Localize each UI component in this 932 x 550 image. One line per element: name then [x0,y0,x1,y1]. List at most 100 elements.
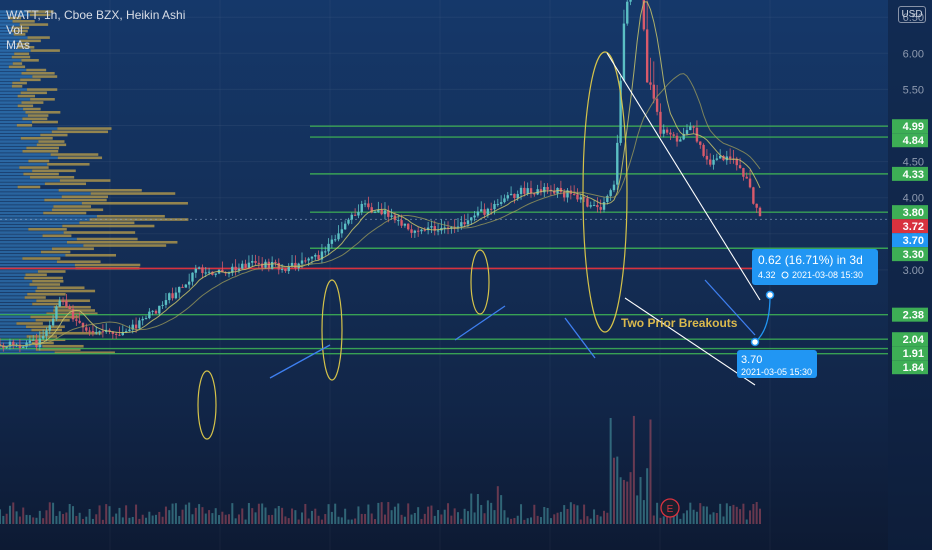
candle-body [380,209,383,215]
volume-bar [55,515,58,524]
volume-profile-bar-down [27,36,50,39]
volume-bar [45,510,48,524]
volume-bar [437,510,440,524]
volume-profile-bar-down [27,292,66,296]
volume-bar [699,503,702,524]
volume-profile-bar-up [0,214,97,218]
volume-profile-bar-up [0,253,66,257]
volume-bar [354,518,357,524]
volume-bar [181,509,184,524]
two-prior-breakouts-label: Two Prior Breakouts [621,316,738,330]
candle-body [705,155,709,160]
candle-body [168,293,171,301]
volume-bar [417,507,420,524]
candle-body [197,267,201,269]
moving-average-slow [0,73,761,348]
candle-body [300,260,304,264]
volume-profile-bar-up [0,234,43,238]
candle-body [158,305,161,314]
volume-bar [646,468,649,524]
candle-body [506,195,509,199]
volume-indicator-label[interactable]: Vol [6,23,23,37]
candle-body [685,130,689,134]
volume-profile-bar-down [28,159,50,163]
volume-bar [297,519,300,524]
volume-profile-bar-down [44,182,87,186]
volume-bar [251,508,254,524]
volume-bar [729,506,732,524]
volume-profile-bar-down [81,201,188,205]
volume-bar [8,505,11,524]
volume-bar [62,513,65,524]
measure-date: 2021-03-08 15:30 [792,270,863,280]
candle-body [347,219,350,224]
volume-bar [387,502,390,524]
currency-button[interactable]: USD [898,6,926,23]
price-chart[interactable]: Two Prior Breakouts 0.62 (16.71%) in 3d 4.… [0,0,932,550]
candle-body [310,256,314,259]
volume-bar [317,515,320,524]
volume-bar [510,518,513,524]
candle-body [383,210,387,215]
volume-bar [709,514,712,524]
volume-profile-bar-down [17,104,34,108]
volume-profile-bar-up [0,120,32,124]
volume-bar [735,506,738,524]
candle-body [493,203,496,210]
volume-profile-bar-down [38,140,65,143]
candle-body [41,336,45,339]
candle-body [307,258,310,261]
candle-body [48,325,51,331]
volume-bar [656,502,659,524]
volume-bar [75,515,78,524]
candle-body [489,208,493,210]
volume-bar [539,517,542,524]
volume-bar [337,516,340,524]
volume-bar [423,513,426,524]
candle-body [350,214,353,220]
volume-profile-bar-up [0,221,80,225]
volume-bar [530,517,533,524]
volume-bar [755,502,758,524]
volume-profile-bar-down [50,153,99,156]
volume-bar [121,517,124,524]
breakout-ellipse [321,279,343,381]
moving-averages-indicator-label[interactable]: MAs [6,38,30,52]
volume-profile-bar-down [43,211,87,215]
volume-bar [563,505,566,524]
candle-body [191,272,194,282]
candle-body [373,211,377,213]
volume-bar [407,503,410,524]
volume-profile-bar-up [0,231,64,234]
volume-profile-bar-down [57,156,103,160]
candle-body [314,254,317,257]
candle-body [592,205,596,207]
volume-bar [294,510,297,524]
volume-bar [105,504,108,524]
volume-profile-bar-down [12,81,27,85]
volume-bar [679,518,682,524]
candle-body [360,203,363,213]
candle-body [327,243,330,252]
volume-profile-bar-up [0,325,27,329]
volume-bar [18,516,21,524]
volume-profile-bar-up [0,140,39,143]
volume-bar [496,486,499,524]
volume-profile-bar-up [0,335,27,338]
volume-bar [58,511,61,524]
volume-profile-bar-down [42,234,72,238]
projection-arc [754,295,771,343]
volume-bar [168,510,171,524]
volume-bar [413,513,416,524]
candle-body [85,327,88,331]
candle-body [599,207,602,210]
measure-label: 0.62 (16.71%) in 3d [758,253,863,267]
volume-bar [257,503,260,524]
volume-bar [450,515,453,524]
volume-bar [569,502,572,524]
candle-body [343,223,347,230]
volume-bar [128,517,131,524]
symbol-title[interactable]: WATT, 1h, Cboe BZX, Heikin Ashi [6,8,185,22]
volume-profile-bar-up [0,315,31,319]
volume-bar [473,512,476,524]
